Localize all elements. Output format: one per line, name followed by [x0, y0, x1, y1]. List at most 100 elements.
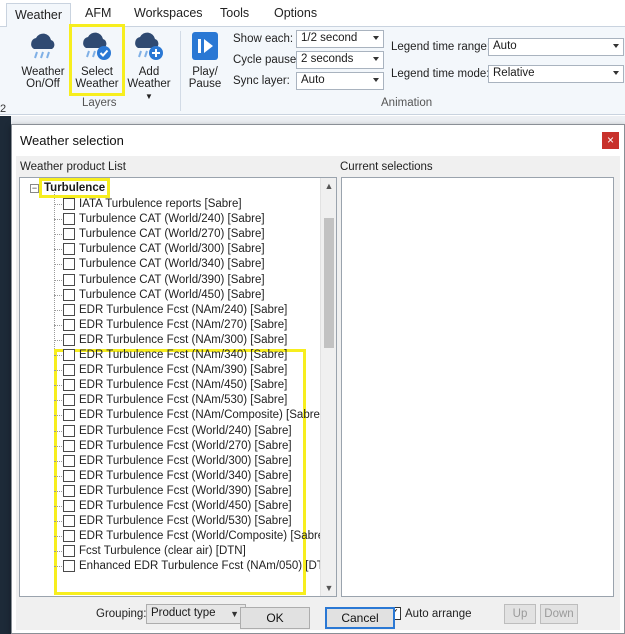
cancel-button[interactable]: Cancel: [325, 607, 395, 629]
item-checkbox[interactable]: [63, 288, 75, 301]
tab-tools[interactable]: Tools: [220, 6, 249, 20]
tree-item-label: EDR Turbulence Fcst (World/530) [Sabre]: [79, 515, 292, 528]
ok-button[interactable]: OK: [240, 607, 310, 629]
play-pause-button[interactable]: Play/ Pause: [186, 29, 224, 90]
select-weather-button[interactable]: Select Weather: [69, 24, 125, 96]
scroll-down-button[interactable]: ▼: [321, 580, 336, 596]
grouping-label: Grouping:: [96, 608, 147, 620]
tab-afm[interactable]: AFM: [85, 6, 111, 20]
close-button[interactable]: ×: [602, 132, 619, 149]
tree-item[interactable]: EDR Turbulence Fcst (World/340) [Sabre]: [20, 469, 320, 484]
collapse-icon[interactable]: −: [30, 184, 39, 193]
tree-item[interactable]: Turbulence CAT (World/300) [Sabre]: [20, 242, 320, 257]
select-weather-label-2: Weather: [75, 78, 119, 90]
cloud-add-icon: [135, 32, 163, 60]
tab-weather[interactable]: Weather: [6, 3, 72, 28]
product-tree[interactable]: − Turbulence IATA Turbulence reports [Sa…: [19, 177, 337, 597]
tree-item-label: EDR Turbulence Fcst (World/340) [Sabre]: [79, 469, 292, 482]
item-checkbox[interactable]: [63, 454, 75, 467]
weather-selection-dialog: Weather selection × Weather product List…: [11, 124, 625, 634]
weather-onoff-button[interactable]: Weather On/Off: [20, 29, 66, 90]
item-checkbox[interactable]: [63, 394, 75, 407]
item-checkbox[interactable]: [63, 545, 75, 558]
scroll-thumb[interactable]: [324, 218, 334, 348]
item-checkbox[interactable]: [63, 303, 75, 316]
tree-item[interactable]: EDR Turbulence Fcst (NAm/390) [Sabre]: [20, 363, 320, 378]
item-checkbox[interactable]: [63, 484, 75, 497]
item-checkbox[interactable]: [63, 364, 75, 377]
tree-item[interactable]: Enhanced EDR Turbulence Fcst (NAm/050) […: [20, 559, 335, 574]
item-checkbox[interactable]: [63, 530, 75, 543]
item-checkbox[interactable]: [63, 379, 75, 392]
current-selections-list[interactable]: [341, 177, 614, 597]
tree-branch-line: [54, 219, 62, 221]
tree-item[interactable]: EDR Turbulence Fcst (NAm/450) [Sabre]: [20, 378, 320, 393]
ribbon-body: 2 Weather On/Off Select Weather Add Weat…: [0, 24, 625, 115]
grouping-combo[interactable]: Product type ▼: [146, 604, 246, 624]
tree-item[interactable]: IATA Turbulence reports [Sabre]: [20, 197, 320, 212]
select-weather-label-1: Select: [81, 66, 113, 78]
item-checkbox[interactable]: [63, 439, 75, 452]
item-checkbox[interactable]: [63, 243, 75, 256]
sync-layer-combo[interactable]: Auto: [296, 72, 384, 90]
tree-item[interactable]: EDR Turbulence Fcst (World/Composite) [S…: [20, 529, 327, 544]
item-checkbox[interactable]: [63, 213, 75, 226]
tree-item[interactable]: EDR Turbulence Fcst (NAm/240) [Sabre]: [20, 303, 320, 318]
tab-workspaces[interactable]: Workspaces: [134, 6, 203, 20]
tree-branch-line: [54, 521, 62, 523]
tree-item[interactable]: EDR Turbulence Fcst (World/450) [Sabre]: [20, 499, 320, 514]
tree-item-label: Turbulence CAT (World/240) [Sabre]: [79, 213, 265, 226]
item-checkbox[interactable]: [63, 349, 75, 361]
add-weather-button[interactable]: Add Weather ▼: [123, 29, 175, 103]
group-label-layers: Layers: [82, 97, 117, 109]
item-checkbox[interactable]: [63, 318, 75, 331]
item-checkbox[interactable]: [63, 198, 75, 210]
cycle-pause-label: Cycle pause:: [233, 54, 300, 66]
tree-item[interactable]: EDR Turbulence Fcst (NAm/340) [Sabre]: [20, 348, 320, 363]
tree-item-label: Turbulence CAT (World/300) [Sabre]: [79, 243, 265, 256]
tree-item-label: Turbulence CAT (World/450) [Sabre]: [79, 288, 265, 301]
item-checkbox[interactable]: [63, 228, 75, 241]
tree-item[interactable]: EDR Turbulence Fcst (NAm/270) [Sabre]: [20, 318, 320, 333]
item-checkbox[interactable]: [63, 515, 75, 528]
group-separator: [180, 31, 181, 111]
tree-item[interactable]: EDR Turbulence Fcst (NAm/300) [Sabre]: [20, 333, 320, 348]
show-each-combo[interactable]: 1/2 second: [296, 30, 384, 48]
item-checkbox[interactable]: [63, 409, 75, 422]
tree-scrollbar[interactable]: ▲ ▼: [320, 178, 336, 596]
tree-item[interactable]: EDR Turbulence Fcst (World/270) [Sabre]: [20, 439, 320, 454]
legend-mode-combo[interactable]: Relative: [488, 65, 624, 83]
item-checkbox[interactable]: [63, 560, 75, 573]
tree-item[interactable]: EDR Turbulence Fcst (NAm/530) [Sabre]: [20, 393, 320, 408]
item-checkbox[interactable]: [63, 469, 75, 482]
item-checkbox[interactable]: [63, 273, 75, 286]
tree-item[interactable]: Turbulence CAT (World/340) [Sabre]: [20, 257, 320, 272]
tree-item[interactable]: EDR Turbulence Fcst (World/300) [Sabre]: [20, 454, 320, 469]
tree-branch-line: [54, 324, 62, 326]
tree-branch-line: [54, 355, 62, 356]
tree-item[interactable]: EDR Turbulence Fcst (World/390) [Sabre]: [20, 484, 320, 499]
item-checkbox[interactable]: [63, 333, 75, 346]
item-checkbox[interactable]: [63, 258, 75, 271]
show-each-label: Show each:: [233, 33, 294, 45]
tree-item[interactable]: EDR Turbulence Fcst (World/240) [Sabre]: [20, 424, 320, 439]
cycle-pause-combo[interactable]: 2 seconds: [296, 51, 384, 69]
item-checkbox[interactable]: [63, 424, 75, 437]
tree-item[interactable]: EDR Turbulence Fcst (World/530) [Sabre]: [20, 514, 320, 529]
tree-branch-line: [54, 490, 62, 492]
item-checkbox[interactable]: [63, 500, 75, 512]
tab-options[interactable]: Options: [274, 6, 317, 20]
up-button[interactable]: Up: [504, 604, 536, 624]
tree-branch-line: [54, 536, 62, 538]
tree-branch-line: [54, 339, 62, 341]
down-button[interactable]: Down: [540, 604, 578, 624]
legend-range-combo[interactable]: Auto: [488, 38, 624, 56]
weather-onoff-label-1: Weather: [21, 66, 65, 78]
tree-item[interactable]: Turbulence CAT (World/270) [Sabre]: [20, 227, 320, 242]
tree-item[interactable]: Turbulence CAT (World/240) [Sabre]: [20, 212, 320, 227]
scroll-up-button[interactable]: ▲: [321, 178, 336, 194]
tree-item[interactable]: EDR Turbulence Fcst (NAm/Composite) [Sab…: [20, 408, 323, 423]
tree-item[interactable]: Turbulence CAT (World/450) [Sabre]: [20, 288, 320, 303]
tree-item[interactable]: Fcst Turbulence (clear air) [DTN]: [20, 544, 320, 559]
tree-item[interactable]: Turbulence CAT (World/390) [Sabre]: [20, 273, 320, 288]
